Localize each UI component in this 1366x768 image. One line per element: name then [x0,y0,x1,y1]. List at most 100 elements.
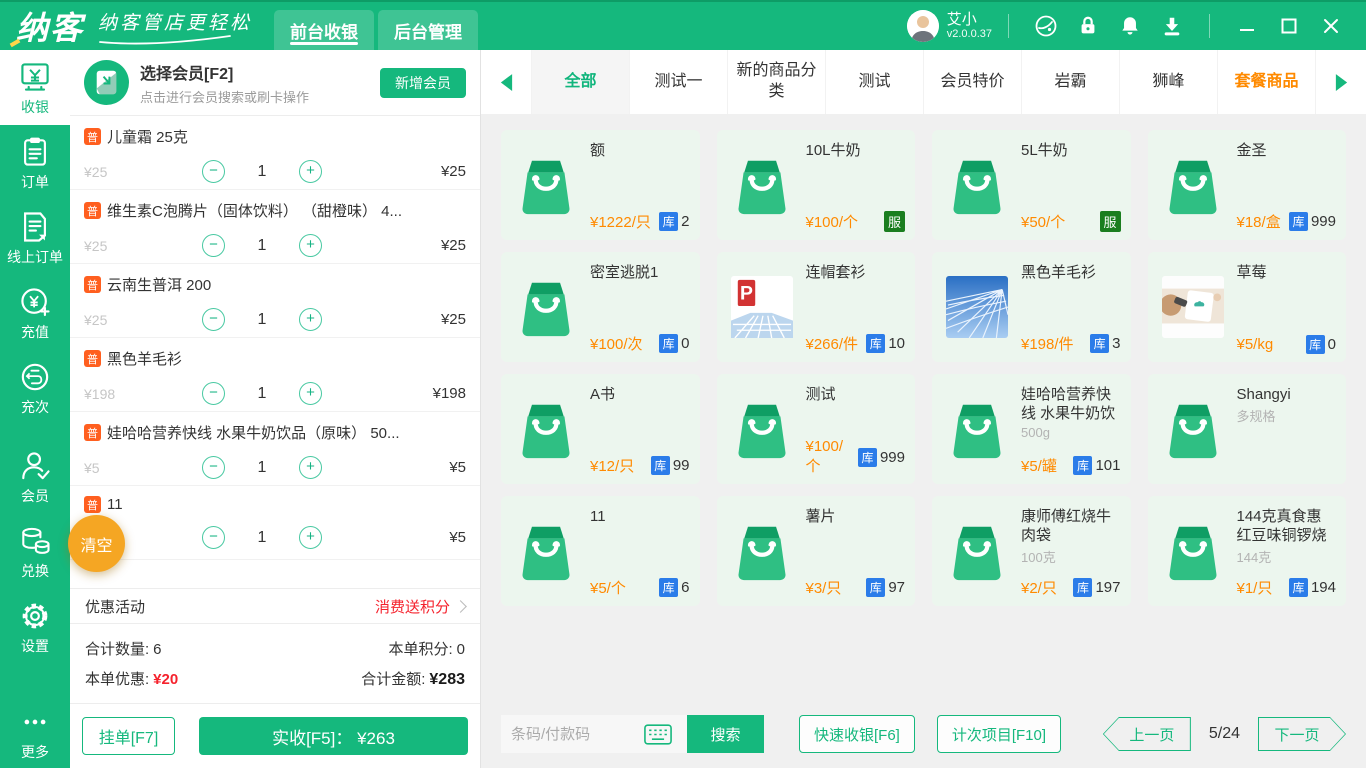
category-tab-5[interactable]: 岩霸 [1021,50,1119,114]
select-member-bar[interactable]: 选择会员[F2] 点击进行会员搜索或刷卡操作 新增会员 [70,50,480,116]
app-window: 纳客 纳客管店更轻松 前台收银 后台管理 艾小 v2.0.0.37 [0,0,1366,768]
cart-item-row: 普 云南生普洱 200 ¥25 − 1 + ¥25 [70,264,480,338]
product-card[interactable]: 5L牛奶 ¥50/个 服 [932,130,1131,240]
product-card[interactable]: 10L牛奶 ¥100/个 服 [717,130,916,240]
category-scroll-right-icon[interactable] [1316,50,1366,114]
barcode-input[interactable] [501,726,641,743]
product-card[interactable]: A书 ¥12/只 库 99 [501,374,700,484]
category-tab-6[interactable]: 狮峰 [1119,50,1217,114]
user-name: 艾小 [947,11,992,28]
category-bar: 全部测试一新的商品分类测试会员特价岩霸狮峰套餐商品 [481,50,1366,114]
category-tab-3[interactable]: 测试 [825,50,923,114]
tab-back-management[interactable]: 后台管理 [378,10,478,50]
category-tab-4[interactable]: 会员特价 [923,50,1021,114]
decrease-qty-button[interactable]: − [202,308,225,331]
decrease-qty-button[interactable]: − [202,160,225,183]
product-card[interactable]: 娃哈哈营养快线 水果牛奶饮 500g ¥5/罐 库 101 [932,374,1131,484]
product-card[interactable]: 草莓 ¥5/kg 库 0 [1148,252,1347,362]
sidebar-item-settings[interactable]: 设置 [0,589,70,664]
logo-text: 纳客 [16,10,84,46]
shopping-bag-icon [731,154,793,216]
cart-item-total: ¥5 [449,529,466,546]
avatar[interactable] [907,10,939,42]
sidebar-item-member[interactable]: 会员 [0,439,70,514]
sidebar-item-online-orders[interactable]: 线上订单 [0,200,70,275]
hold-order-button[interactable]: 挂单[F7] [82,717,175,755]
category-tab-0[interactable]: 全部 [531,50,629,114]
product-card[interactable]: 144克真食惠红豆味铜锣烧 144克 ¥1/只 库 194 [1148,496,1347,606]
product-card[interactable]: Shangyi 多规格 [1148,374,1347,484]
increase-qty-button[interactable]: + [299,526,322,549]
next-page-button[interactable]: 下一页 [1258,717,1346,751]
stock-badge: 库 [1306,335,1325,354]
quick-cashier-button[interactable]: 快速收银[F6] [799,715,915,753]
order-total-value: ¥283 [429,671,465,688]
increase-qty-button[interactable]: + [299,382,322,405]
increase-qty-button[interactable]: + [299,308,322,331]
category-scroll-left-icon[interactable] [481,50,531,114]
category-tab-7[interactable]: 套餐商品 [1217,50,1316,114]
cart-item-row: 普 11 ¥5 − 1 + ¥5 [70,486,480,560]
promo-row: 优惠活动 消费送积分 [70,588,480,624]
sidebar-item-exchange[interactable]: 兑换 [0,514,70,589]
prev-page-button[interactable]: 上一页 [1103,717,1191,751]
keyboard-icon[interactable] [641,724,675,745]
sidebar-item-more[interactable]: 更多 [0,698,70,768]
lock-icon[interactable] [1075,13,1101,39]
sidebar-item-cashier[interactable]: 收银 [0,50,70,125]
service-icon[interactable] [1033,13,1059,39]
decrease-qty-button[interactable]: − [202,234,225,257]
promo-link[interactable]: 消费送积分 [375,596,450,617]
stock-count: 194 [1311,579,1336,596]
decrease-qty-button[interactable]: − [202,382,225,405]
sidebar-item-recharge[interactable]: 充值 [0,275,70,350]
order-summary: 合计数量:6 本单积分:0 本单优惠:¥20 合计金额:¥283 [70,624,480,704]
product-spec: 多规格 [1237,406,1337,425]
product-card[interactable]: 11 ¥5/个 库 6 [501,496,700,606]
product-price: ¥2/只 [1021,577,1057,598]
recharge-icon [17,284,53,320]
category-tab-2[interactable]: 新的商品分类 [727,50,825,114]
sidebar-item-recharge-times[interactable]: 充次 [0,350,70,425]
maximize-button[interactable] [1274,13,1304,39]
stock-badge: 库 [1073,456,1092,475]
recharge-times-icon [17,359,53,395]
decrease-qty-button[interactable]: − [202,526,225,549]
increase-qty-button[interactable]: + [299,234,322,257]
product-card[interactable]: 黑色羊毛衫 ¥198/件 库 3 [932,252,1131,362]
category-tab-1[interactable]: 测试一 [629,50,727,114]
product-card[interactable]: 测试 ¥100/个 库 999 [717,374,916,484]
stock-badge: 库 [1289,578,1308,597]
category-tabs: 全部测试一新的商品分类测试会员特价岩霸狮峰套餐商品 [531,50,1316,114]
cart-item-unit-price: ¥25 [84,238,202,254]
product-name: 额 [590,141,690,160]
checkout-button[interactable]: 实收[F5]： ¥263 [199,717,468,755]
product-card[interactable]: 薯片 ¥3/只 库 97 [717,496,916,606]
order-discount-label: 本单优惠: [85,671,149,688]
count-project-button[interactable]: 计次项目[F10] [937,715,1061,753]
minimize-button[interactable] [1232,13,1262,39]
product-card[interactable]: 康师傅红烧牛肉袋 100克 ¥2/只 库 197 [932,496,1131,606]
online-orders-icon [17,209,53,245]
add-member-button[interactable]: 新增会员 [380,68,466,98]
download-icon[interactable] [1159,13,1185,39]
sidebar-item-orders[interactable]: 订单 [0,125,70,200]
app-header: 纳客 纳客管店更轻松 前台收银 后台管理 艾小 v2.0.0.37 [0,0,1366,50]
decrease-qty-button[interactable]: − [202,456,225,479]
product-card[interactable]: 额 ¥1222/只 库 2 [501,130,700,240]
search-button[interactable]: 搜索 [687,715,764,753]
product-card[interactable]: 金圣 ¥18/盒 库 999 [1148,130,1347,240]
clear-cart-button[interactable]: 清空 [68,515,125,572]
product-card[interactable]: P 连帽套衫 ¥266/件 库 10 [717,252,916,362]
exchange-icon [17,523,53,559]
stock-count: 10 [888,335,905,352]
tab-front-cashier[interactable]: 前台收银 [274,10,374,50]
product-card[interactable]: 密室逃脱1 ¥100/次 库 0 [501,252,700,362]
increase-qty-button[interactable]: + [299,160,322,183]
bell-icon[interactable] [1117,13,1143,39]
close-button[interactable] [1316,13,1346,39]
increase-qty-button[interactable]: + [299,456,322,479]
header-tabs: 前台收银 后台管理 [274,10,478,50]
cart-item-row: 普 儿童霜 25克 ¥25 − 1 + ¥25 [70,116,480,190]
product-name: 娃哈哈营养快线 水果牛奶饮 [1021,385,1121,423]
